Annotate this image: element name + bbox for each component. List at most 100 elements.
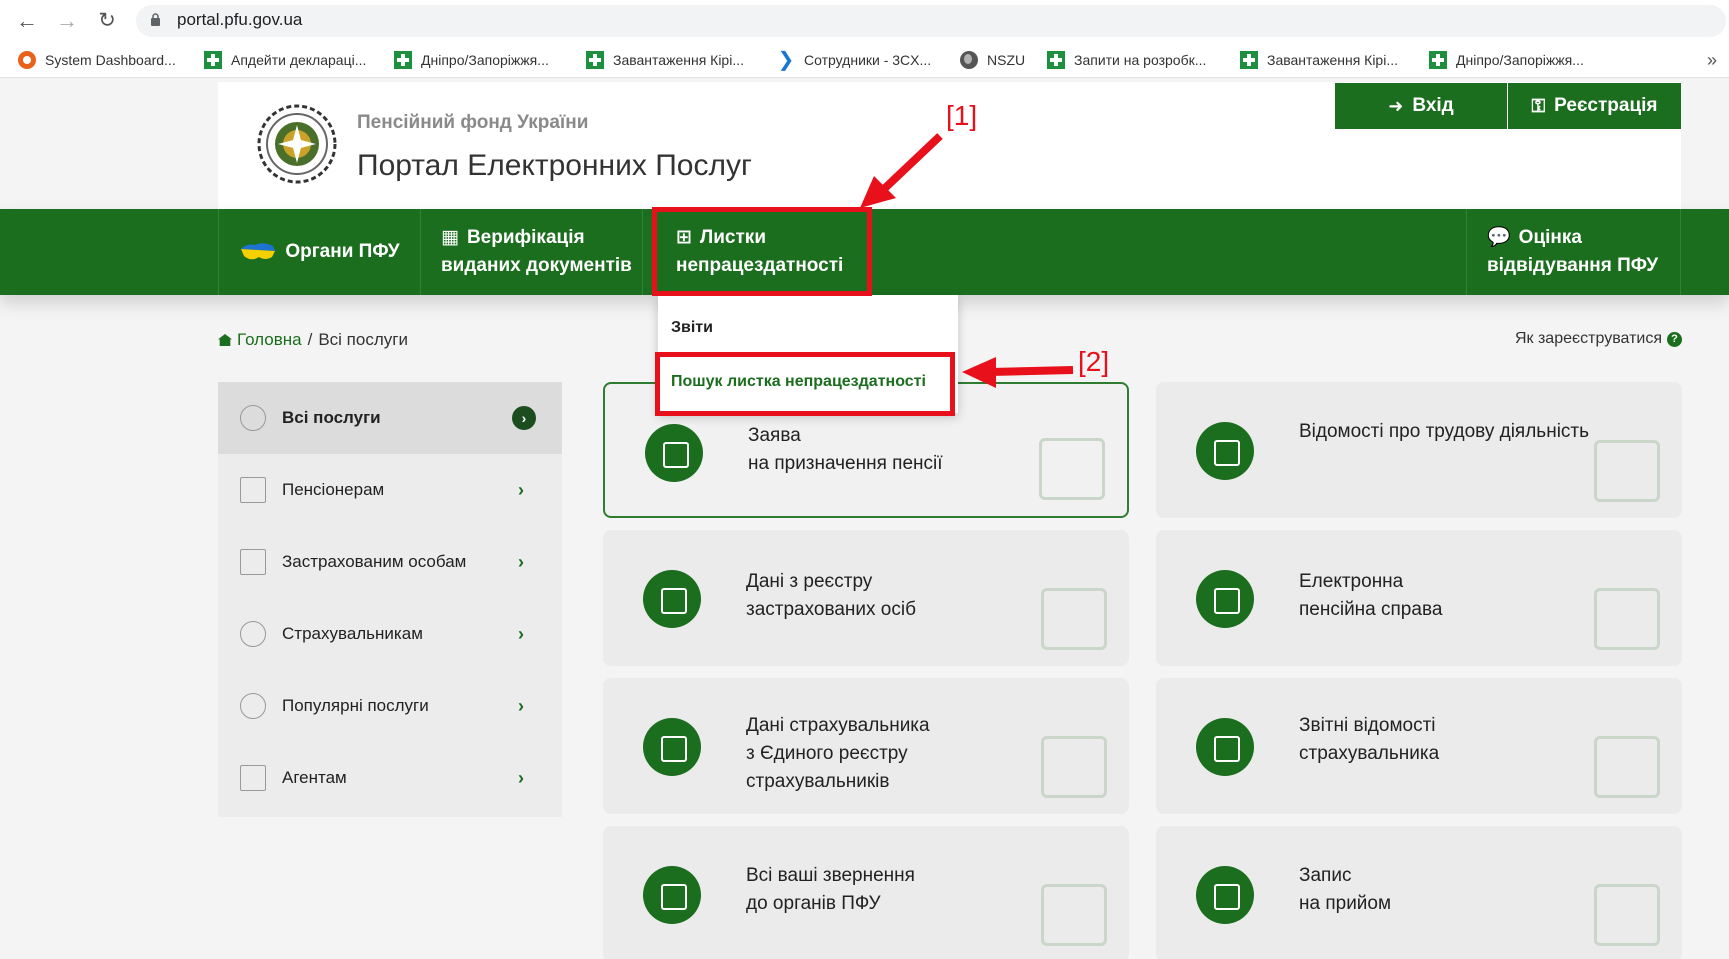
- sidebar-item-label: Всі послуги: [282, 408, 381, 427]
- bookmark-item[interactable]: ❯ Сотрудники - 3CX...: [777, 49, 932, 71]
- bookmark-label: Завантаження Кірі...: [613, 52, 744, 68]
- card-title: Запис: [1299, 865, 1352, 886]
- card-subtitle: страхувальника: [1299, 743, 1440, 764]
- lock-icon: [151, 13, 160, 26]
- bookmark-item[interactable]: System Dashboard...: [18, 50, 176, 70]
- sidebar-item-label: Застрахованим особам: [282, 552, 467, 571]
- card-subtitle: з Єдиного реєстру: [746, 743, 908, 764]
- sidebar-item-popular[interactable]: Популярні послуги ›: [218, 670, 562, 742]
- application-form-icon: [645, 424, 703, 482]
- form-watermark-icon: [1039, 438, 1105, 500]
- breadcrumb-separator: /: [307, 330, 313, 349]
- pfu-logo-icon[interactable]: [256, 103, 338, 185]
- chevron-right-icon: ›: [518, 479, 524, 500]
- forward-arrow-icon[interactable]: →: [54, 8, 80, 34]
- document-icon: [240, 549, 266, 575]
- service-card-work-history[interactable]: Відомості про трудову діяльність: [1156, 382, 1682, 518]
- reload-icon[interactable]: ↻: [94, 8, 120, 34]
- sign-in-icon: ➜: [1388, 95, 1404, 116]
- back-arrow-icon[interactable]: ←: [14, 8, 40, 34]
- green-plus-icon: [1047, 51, 1065, 69]
- register-button[interactable]: ⚿ Реєстрація: [1508, 83, 1681, 129]
- orange-circle-icon: [18, 51, 36, 69]
- card-subtitle-2: страхувальників: [746, 771, 890, 792]
- green-plus-icon: [1240, 51, 1258, 69]
- bookmark-label: Завантаження Кірі...: [1267, 52, 1398, 68]
- bookmark-item[interactable]: Дніпро/Запоріжжя...: [394, 50, 549, 70]
- bookmark-label: Сотрудники - 3CX...: [804, 52, 932, 68]
- list-icon: [240, 405, 266, 431]
- url-field[interactable]: [136, 5, 1726, 37]
- chevron-right-icon: ›: [518, 623, 524, 644]
- sidebar-item-label: Страхувальникам: [282, 624, 423, 643]
- envelope-watermark-icon: [1041, 884, 1107, 946]
- bookmark-label: Дніпро/Запоріжжя...: [421, 52, 549, 68]
- service-card-insurer-data[interactable]: Дані страхувальника з Єдиного реєстру стра…: [603, 678, 1129, 814]
- envelope-watermark-icon: [1594, 440, 1660, 502]
- annotation-arrow-2: [989, 366, 1074, 376]
- envelope-icon: [643, 866, 701, 924]
- annotation-label-1: [1]: [946, 100, 978, 131]
- card-title: Дані з реєстру: [746, 571, 873, 592]
- card-title: Дані страхувальника: [746, 715, 930, 736]
- bookmark-item[interactable]: Запити на розробк...: [1047, 50, 1206, 70]
- breadcrumb-home-link[interactable]: Головна: [237, 330, 302, 350]
- chevron-right-icon: ›: [518, 695, 524, 716]
- question-icon: ?: [1667, 331, 1682, 347]
- file-watermark-icon: [1594, 588, 1660, 650]
- how-register-label: Як зареєструватися: [1514, 330, 1662, 347]
- nav-rating-label: Оцінка: [1518, 227, 1582, 248]
- key-icon: ⚿: [1531, 95, 1546, 116]
- green-plus-icon: [204, 51, 222, 69]
- shield-icon: [643, 718, 701, 776]
- bookmarks-overflow-button[interactable]: »: [1707, 50, 1717, 71]
- bookmark-item[interactable]: NSZU: [960, 50, 1025, 70]
- annotation-box-2: [655, 352, 955, 416]
- card-subtitle: застрахованих осіб: [746, 599, 916, 620]
- bookmark-item[interactable]: Завантаження Кірі...: [586, 50, 744, 70]
- service-card-appointment[interactable]: Запис на прийом: [1156, 826, 1682, 959]
- url-text: portal.pfu.gov.ua: [177, 10, 303, 29]
- how-register-link[interactable]: Як зареєструватися ?: [1515, 330, 1682, 348]
- nav-rating-label-2: відвідування ПФУ: [1487, 255, 1659, 276]
- org-name: Пенсійний фонд України: [357, 112, 589, 133]
- sidebar-item-pensioners[interactable]: Пенсіонерам ›: [218, 454, 562, 526]
- sidebar-item-insured[interactable]: Застрахованим особам ›: [218, 526, 562, 598]
- breadcrumb: Головна / Всі послуги: [218, 330, 408, 350]
- nav-verification-label-2: виданих документів: [441, 255, 632, 276]
- bookmark-label: Апдейти деклараці...: [231, 52, 367, 68]
- blue-chevron-icon: ❯: [777, 49, 795, 71]
- card-title: Електронна: [1299, 571, 1404, 592]
- sidebar-item-all-services[interactable]: Всі послуги ›: [218, 382, 562, 454]
- bookmark-item[interactable]: Апдейти деклараці...: [204, 50, 366, 70]
- breadcrumb-current: Всі послуги: [318, 330, 408, 349]
- login-button[interactable]: ➜ Вхід: [1335, 83, 1507, 129]
- sidebar-item-insurers[interactable]: Страхувальникам ›: [218, 598, 562, 670]
- portal-title: Портал Електронних Послуг: [357, 149, 752, 182]
- home-icon: [218, 334, 232, 346]
- bookmark-label: System Dashboard...: [45, 52, 176, 68]
- green-plus-icon: [394, 51, 412, 69]
- service-card-appeals[interactable]: Всі ваші звернення до органів ПФУ: [603, 826, 1129, 959]
- report-icon: [1196, 718, 1254, 776]
- nav-item-organs[interactable]: Органи ПФУ: [218, 209, 421, 295]
- nav-item-rating[interactable]: 💬 Оцінка відвідування ПФУ: [1466, 209, 1681, 295]
- calendar-watermark-icon: [1594, 884, 1660, 946]
- card-subtitle: пенсійна справа: [1299, 599, 1443, 620]
- bookmark-item[interactable]: Завантаження Кірі...: [1240, 50, 1398, 70]
- ukraine-map-icon: [241, 243, 276, 260]
- browser-address-bar: ← → ↻ portal.pfu.gov.ua: [0, 0, 1729, 42]
- dropdown-item-reports[interactable]: Звіти: [671, 319, 713, 337]
- sidebar-item-agents[interactable]: Агентам ›: [218, 742, 562, 814]
- card-subtitle: на призначення пенсії: [748, 453, 943, 474]
- bookmark-item[interactable]: Дніпро/Запоріжжя...: [1429, 50, 1584, 70]
- service-card-electronic-pension-file[interactable]: Електронна пенсійна справа: [1156, 530, 1682, 666]
- chevron-right-icon: ›: [518, 551, 524, 572]
- bookmark-label: Запити на розробк...: [1074, 52, 1207, 68]
- service-card-insured-registry[interactable]: Дані з реєстру застрахованих осіб: [603, 530, 1129, 666]
- service-card-insurer-reports[interactable]: Звітні відомості страхувальника: [1156, 678, 1682, 814]
- bookmark-label: Дніпро/Запоріжжя...: [1456, 52, 1584, 68]
- file-icon: [1196, 570, 1254, 628]
- shield-watermark-icon: [1041, 588, 1107, 650]
- nav-item-verification[interactable]: ▦ Верифікація виданих документів: [422, 209, 643, 295]
